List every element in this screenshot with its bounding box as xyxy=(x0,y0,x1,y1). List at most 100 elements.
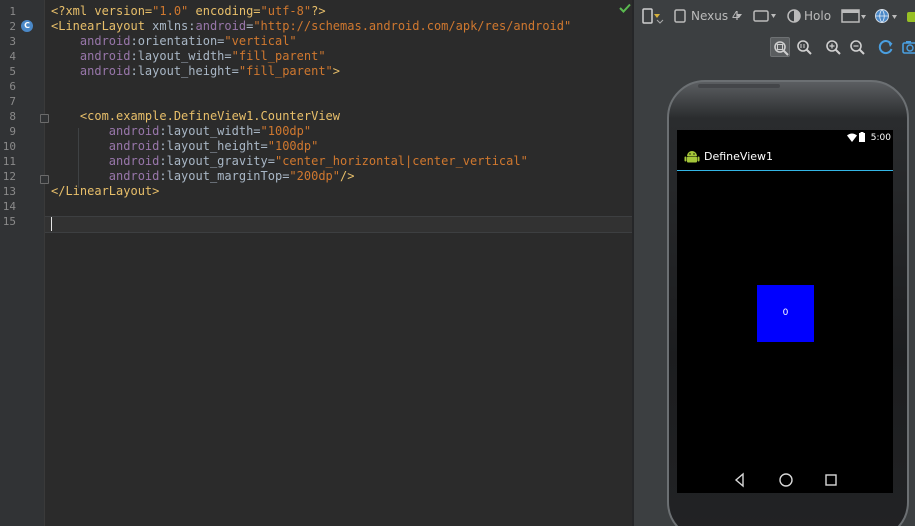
code-line[interactable]: <LinearLayout xmlns:android="http://sche… xyxy=(51,19,571,34)
line-number: 1 xyxy=(9,5,16,18)
code-line[interactable]: </LinearLayout> xyxy=(51,184,159,199)
class-icon[interactable]: C xyxy=(21,20,33,32)
code-token: "utf-8" xyxy=(260,4,312,18)
zoom-in-icon xyxy=(826,40,841,55)
code-line[interactable]: android:orientation="vertical" xyxy=(51,34,297,49)
theme-label: Holo xyxy=(804,9,832,23)
camera-icon xyxy=(902,41,915,54)
line-number: 2 xyxy=(9,20,16,33)
code-token: :layout_width= xyxy=(130,49,232,63)
code-token: android xyxy=(195,19,247,33)
render-mode-button[interactable] xyxy=(640,4,668,28)
status-clock: 5:00 xyxy=(870,133,891,143)
code-token: "fill_parent" xyxy=(238,64,333,78)
fold-marker-open[interactable] xyxy=(40,114,49,123)
app-title: DefineView1 xyxy=(704,150,774,163)
wifi-icon xyxy=(847,133,857,142)
code-line[interactable]: android:layout_height="fill_parent"> xyxy=(51,64,340,79)
line-number: 6 xyxy=(9,80,16,93)
line-number: 8 xyxy=(9,110,16,123)
zoom-actual-size-button[interactable] xyxy=(794,37,814,57)
line-number: 4 xyxy=(9,50,16,63)
code-token: xmlns: xyxy=(152,19,196,33)
android-icon xyxy=(907,12,915,22)
code-token: <com.example.DefineView1.CounterView xyxy=(79,109,340,123)
current-line-highlight xyxy=(45,216,632,233)
check-icon xyxy=(619,3,631,13)
designer-toolbar: Nexus 4 Holo xyxy=(634,0,915,32)
zoom-out-button[interactable] xyxy=(847,37,867,57)
action-bar: DefineView1 xyxy=(677,146,893,171)
navigation-bar xyxy=(677,466,893,493)
code-token: "http://schemas.android.com/apk/res/andr… xyxy=(253,19,572,33)
code-token: android xyxy=(79,34,131,48)
fold-marker-close[interactable] xyxy=(40,175,49,184)
device-speaker xyxy=(698,84,780,88)
code-token: encoding= xyxy=(188,4,261,18)
code-line[interactable]: android:layout_width="fill_parent" xyxy=(51,49,326,64)
code-line[interactable]: android:layout_width="100dp" xyxy=(51,124,311,139)
rotate-device-icon xyxy=(753,10,776,22)
line-number: 11 xyxy=(2,155,16,168)
line-number: 5 xyxy=(9,65,16,78)
code-line[interactable]: android:layout_gravity="center_horizonta… xyxy=(51,154,528,169)
line-number: 3 xyxy=(9,35,16,48)
zoom-fit-icon xyxy=(774,41,789,56)
code-token: "200dp" xyxy=(289,169,340,183)
code-line[interactable]: <com.example.DefineView1.CounterView xyxy=(51,109,340,124)
code-token: :layout_height= xyxy=(159,139,268,153)
code-line[interactable]: android:layout_height="100dp" xyxy=(51,139,319,154)
line-number: 13 xyxy=(2,185,16,198)
xml-editor[interactable]: 1 2 3 4 5 6 7 8 9 10 11 12 13 14 15 <?xml version="1.0… xyxy=(0,0,632,526)
back-icon[interactable] xyxy=(731,471,749,489)
device-screen[interactable]: 5:00 DefineView1 0 xyxy=(677,130,893,493)
code-token: :orientation= xyxy=(130,34,225,48)
device-label: Nexus 4 xyxy=(691,9,740,23)
code-token: /> xyxy=(340,169,355,183)
orientation-button[interactable] xyxy=(752,4,778,28)
code-line[interactable]: <?xml version="1.0" encoding="utf-8"?> xyxy=(51,4,326,19)
device-selector[interactable]: Nexus 4 xyxy=(674,4,742,28)
zoom-actual-icon xyxy=(797,40,812,55)
code-token: "vertical" xyxy=(224,34,297,48)
counter-view[interactable]: 0 xyxy=(757,285,814,342)
counter-value: 0 xyxy=(782,308,789,318)
code-token: "1.0" xyxy=(152,4,189,18)
code-token: :layout_width= xyxy=(159,124,261,138)
home-icon[interactable] xyxy=(777,471,795,489)
code-token: "fill_parent" xyxy=(231,49,326,63)
code-token: android xyxy=(108,154,160,168)
battery-icon xyxy=(859,132,865,142)
code-token: "100dp" xyxy=(260,124,312,138)
activity-selector[interactable] xyxy=(841,4,869,28)
zoom-out-icon xyxy=(850,40,865,55)
device-icon xyxy=(674,9,686,23)
code-token: android xyxy=(79,49,131,63)
globe-icon xyxy=(875,9,897,23)
zoom-to-fit-button[interactable] xyxy=(770,37,790,57)
code-token: android xyxy=(108,139,160,153)
line-number: 10 xyxy=(2,140,16,153)
code-token: </LinearLayout> xyxy=(51,184,160,198)
zoom-toolbar xyxy=(634,34,915,62)
locale-selector[interactable] xyxy=(874,4,900,28)
code-line[interactable]: android:layout_marginTop="200dp"/> xyxy=(51,169,355,184)
status-bar: 5:00 xyxy=(677,130,893,146)
code-token: ?> xyxy=(311,4,326,18)
code-token: "center_horizontal|center_vertical" xyxy=(274,154,528,168)
screenshot-button[interactable] xyxy=(900,37,915,57)
text-caret xyxy=(51,217,52,231)
code-token: :layout_gravity= xyxy=(159,154,275,168)
code-token: <LinearLayout xyxy=(51,19,153,33)
recents-icon[interactable] xyxy=(822,471,840,489)
refresh-button[interactable] xyxy=(876,37,896,57)
theme-selector[interactable]: Holo xyxy=(787,4,833,28)
android-logo-icon xyxy=(684,151,700,163)
code-token: android xyxy=(108,124,160,138)
refresh-icon xyxy=(878,40,893,55)
api-level-selector[interactable] xyxy=(904,4,915,28)
zoom-in-button[interactable] xyxy=(823,37,843,57)
